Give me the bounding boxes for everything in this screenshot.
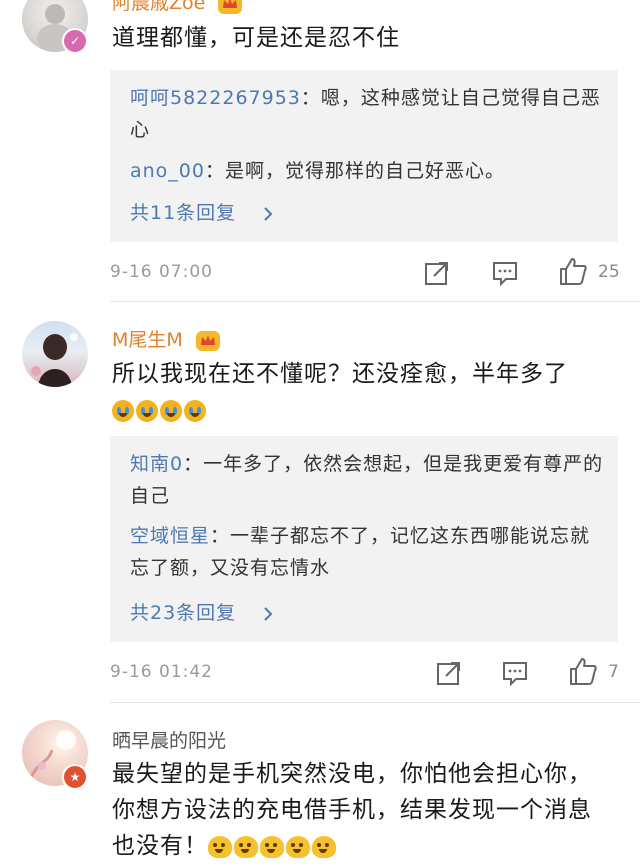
hug-emoji-icon <box>286 835 310 858</box>
more-replies-link[interactable]: 共11条回复 <box>130 198 275 225</box>
comment-text-body: 最失望的是手机突然没电，你怕他会担心你，你想方设法的充电借手机，结果发现一个消息… <box>112 761 592 859</box>
like-count: 7 <box>608 662 619 682</box>
reply-box[interactable]: 知南0：一年多了，依然会想起，但是我更爱有尊严的自己 空域恒星：一辈子都忘不了，… <box>110 436 618 642</box>
comment-text: 道理都懂，可是还是忍不住 <box>112 25 400 51</box>
crying-emoji-icon <box>136 399 158 422</box>
chevron-right-icon <box>264 606 273 621</box>
crying-emoji-icon <box>112 399 134 422</box>
divider <box>110 301 640 302</box>
crying-emoji-icon <box>160 399 182 422</box>
verified-badge-icon: ★ <box>62 764 88 790</box>
reply-box[interactable]: 呵呵5822267953：嗯，这种感觉让自己觉得自己恶心 ano_00：是啊，觉… <box>110 70 618 242</box>
vip-crown-icon <box>195 330 220 351</box>
more-replies-label: 共23条回复 <box>130 602 237 624</box>
comment-text: 最失望的是手机突然没电，你怕他会担心你，你想方设法的充电借手机，结果发现一个消息… <box>112 756 610 864</box>
reply-text: ：是啊，觉得那样的自己好恶心。 <box>205 160 506 182</box>
hug-emoji-icon <box>208 835 232 858</box>
comment-time: 9-16 01:42 <box>110 662 213 682</box>
comment-time: 9-16 07:00 <box>110 262 213 282</box>
avatar-image <box>31 333 78 387</box>
more-replies-label: 共11条回复 <box>130 202 237 224</box>
reply-item: 呵呵5822267953：嗯，这种感觉让自己觉得自己恶心 <box>130 82 604 146</box>
vip-crown-icon <box>218 0 243 14</box>
like-count: 25 <box>598 262 620 282</box>
more-replies-link[interactable]: 共23条回复 <box>130 598 275 625</box>
chevron-right-icon <box>264 206 273 221</box>
hug-emoji-icon <box>312 835 336 858</box>
like-icon[interactable] <box>568 656 598 686</box>
reply-item: 知南0：一年多了，依然会想起，但是我更爱有尊严的自己 <box>130 448 604 512</box>
share-icon[interactable] <box>424 260 450 286</box>
share-icon[interactable] <box>436 660 462 686</box>
divider <box>110 702 640 703</box>
comment-text-body: 所以我现在还不懂呢？还没痊愈，半年多了 <box>112 361 568 387</box>
username[interactable]: 阿晨戚Zoe <box>112 0 243 15</box>
verified-badge-icon: ✓ <box>62 28 88 54</box>
reply-username[interactable]: 空域恒星 <box>130 525 210 547</box>
reply-username[interactable]: ano_00 <box>130 160 205 182</box>
comment-text: 所以我现在还不懂呢？还没痊愈，半年多了 <box>112 356 612 428</box>
reply-item: 空域恒星：一辈子都忘不了，记忆这东西哪能说忘就忘了额，又没有忘情水 <box>130 520 604 584</box>
reply-item: ano_00：是啊，觉得那样的自己好恶心。 <box>130 155 604 187</box>
reply-username[interactable]: 知南0 <box>130 453 183 475</box>
reply-username[interactable]: 呵呵5822267953 <box>130 87 301 109</box>
username[interactable]: M尾生M <box>112 325 221 352</box>
username[interactable]: 晒早晨的阳光 <box>112 726 226 753</box>
hug-emoji-icon <box>260 835 284 858</box>
avatar[interactable] <box>22 321 88 387</box>
like-icon[interactable] <box>558 256 588 286</box>
hug-emoji-icon <box>234 835 258 858</box>
username-text: M尾生M <box>112 329 183 351</box>
username-text: 阿晨戚Zoe <box>112 0 206 14</box>
username-text: 晒早晨的阳光 <box>112 730 227 752</box>
comment-icon[interactable] <box>492 260 518 286</box>
comment-icon[interactable] <box>502 660 528 686</box>
crying-emoji-icon <box>184 399 206 422</box>
reply-text: ：一年多了，依然会想起，但是我更爱有尊严的自己 <box>130 453 604 507</box>
